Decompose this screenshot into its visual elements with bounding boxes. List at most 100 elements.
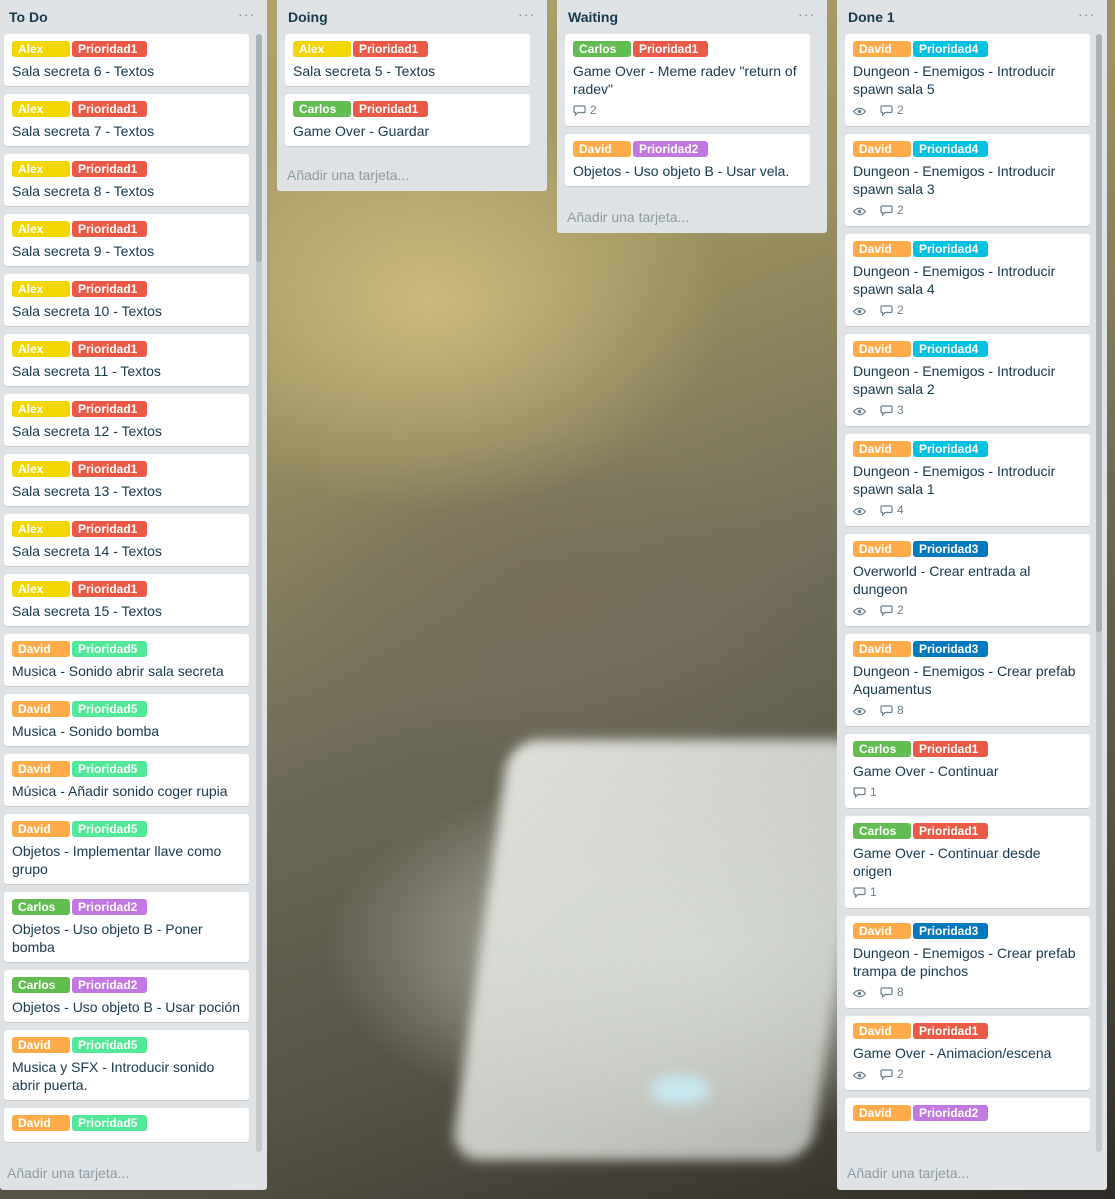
comment-count: 2 bbox=[897, 1066, 904, 1081]
card[interactable]: David Prioridad4 Dungeon - Enemigos - Intr… bbox=[845, 334, 1090, 426]
card-title: Dungeon - Enemigos - Introducir spawn sa… bbox=[853, 463, 1056, 497]
card-title: Música - Añadir sonido coger rupia bbox=[12, 783, 228, 799]
card[interactable]: Alex Prioridad1 Sala secreta 14 - Textos bbox=[4, 514, 249, 566]
card[interactable]: David Prioridad4 Dungeon - Enemigos - Intr… bbox=[845, 34, 1090, 126]
card[interactable]: David Prioridad3 Dungeon - Enemigos - Crea… bbox=[845, 916, 1090, 1008]
ellipsis-icon[interactable]: ··· bbox=[1078, 6, 1095, 22]
list-title[interactable]: Done 1 bbox=[848, 9, 895, 25]
scrollbar-thumb[interactable] bbox=[256, 34, 262, 262]
card[interactable]: Alex Prioridad1 Sala secreta 7 - Textos bbox=[4, 94, 249, 146]
card[interactable]: David Prioridad3 Overworld - Crear entrada… bbox=[845, 534, 1090, 626]
card[interactable]: David Prioridad5 Objetos - Implementar lla… bbox=[4, 814, 249, 884]
card[interactable]: Alex Prioridad1 Sala secreta 5 - Textos bbox=[285, 34, 530, 86]
card[interactable]: David Prioridad2 Objetos - Uso objeto B - … bbox=[565, 134, 810, 186]
comment-count-badge: 2 bbox=[880, 603, 904, 617]
card-title: Dungeon - Enemigos - Introducir spawn sa… bbox=[853, 63, 1056, 97]
card[interactable]: Alex Prioridad1 Sala secreta 10 - Textos bbox=[4, 274, 249, 326]
card-title: Sala secreta 14 - Textos bbox=[12, 543, 162, 559]
scrollbar-thumb[interactable] bbox=[1096, 34, 1102, 632]
priority-label: Prioridad1 bbox=[72, 221, 147, 237]
add-card-button[interactable]: Añadir una tarjeta... bbox=[847, 1165, 969, 1181]
card[interactable]: David Prioridad5 Musica - Sonido abrir sal… bbox=[4, 634, 249, 686]
member-label: David bbox=[853, 641, 911, 657]
member-label: Alex bbox=[12, 221, 70, 237]
ellipsis-icon[interactable]: ··· bbox=[238, 6, 255, 22]
priority-label: Prioridad4 bbox=[913, 41, 988, 57]
card-title: Sala secreta 10 - Textos bbox=[12, 303, 162, 319]
card[interactable]: Alex Prioridad1 Sala secreta 12 - Textos bbox=[4, 394, 249, 446]
card[interactable]: Alex Prioridad1 Sala secreta 13 - Textos bbox=[4, 454, 249, 506]
card[interactable]: Carlos Prioridad2 Objetos - Uso objeto B -… bbox=[4, 892, 249, 962]
priority-label: Prioridad5 bbox=[72, 641, 147, 657]
member-label: Alex bbox=[12, 281, 70, 297]
comment-icon bbox=[880, 103, 897, 117]
card[interactable]: David Prioridad4 Dungeon - Enemigos - Intr… bbox=[845, 234, 1090, 326]
card-labels: David Prioridad3 bbox=[853, 541, 1082, 557]
card[interactable]: Carlos Prioridad1 Game Over - Meme radev "… bbox=[565, 34, 810, 126]
card-title: Sala secreta 9 - Textos bbox=[12, 243, 155, 259]
card[interactable]: David Prioridad2 bbox=[845, 1098, 1090, 1132]
priority-label: Prioridad1 bbox=[913, 1023, 988, 1039]
priority-label: Prioridad1 bbox=[72, 41, 147, 57]
comment-count-badge: 2 bbox=[880, 103, 904, 117]
card[interactable]: Alex Prioridad1 Sala secreta 9 - Textos bbox=[4, 214, 249, 266]
list-title[interactable]: Waiting bbox=[568, 9, 618, 25]
card[interactable]: David Prioridad5 Musica - Sonido bomba bbox=[4, 694, 249, 746]
card-title: Sala secreta 12 - Textos bbox=[12, 423, 162, 439]
card[interactable]: David Prioridad3 Dungeon - Enemigos - Crea… bbox=[845, 634, 1090, 726]
card[interactable]: Carlos Prioridad1 Game Over - Continuar de… bbox=[845, 816, 1090, 908]
card-title: Musica y SFX - Introducir sonido abrir p… bbox=[12, 1059, 215, 1093]
card-badges: 4 bbox=[852, 502, 1082, 520]
card[interactable]: David Prioridad1 Game Over - Animacion/esc… bbox=[845, 1016, 1090, 1090]
card[interactable]: Carlos Prioridad2 Objetos - Uso objeto B -… bbox=[4, 970, 249, 1022]
member-label: Alex bbox=[12, 341, 70, 357]
member-label: David bbox=[853, 923, 911, 939]
card-title: Dungeon - Enemigos - Introducir spawn sa… bbox=[853, 263, 1056, 297]
card-title: Objetos - Uso objeto B - Poner bomba bbox=[12, 921, 203, 955]
ellipsis-icon[interactable]: ··· bbox=[518, 6, 535, 22]
card-title: Game Over - Meme radev "return of radev" bbox=[573, 63, 797, 97]
card-labels: Carlos Prioridad1 bbox=[573, 41, 802, 57]
card[interactable]: David Prioridad5 Musica y SFX - Introducir… bbox=[4, 1030, 249, 1100]
priority-label: Prioridad1 bbox=[913, 741, 988, 757]
card[interactable]: Carlos Prioridad1 Game Over - Continuar 1 bbox=[845, 734, 1090, 808]
list-title[interactable]: Doing bbox=[288, 9, 328, 25]
card[interactable]: David Prioridad4 Dungeon - Enemigos - Intr… bbox=[845, 434, 1090, 526]
card[interactable]: Alex Prioridad1 Sala secreta 11 - Textos bbox=[4, 334, 249, 386]
member-label: Carlos bbox=[853, 741, 911, 757]
eye-icon bbox=[852, 303, 870, 317]
eye-icon bbox=[852, 103, 870, 117]
card[interactable]: David Prioridad4 Dungeon - Enemigos - Intr… bbox=[845, 134, 1090, 226]
card[interactable]: David Prioridad5 bbox=[4, 1108, 249, 1142]
card[interactable]: Alex Prioridad1 Sala secreta 15 - Textos bbox=[4, 574, 249, 626]
card[interactable]: Alex Prioridad1 Sala secreta 8 - Textos bbox=[4, 154, 249, 206]
add-card-button[interactable]: Añadir una tarjeta... bbox=[567, 209, 689, 225]
priority-label: Prioridad1 bbox=[913, 823, 988, 839]
member-label: David bbox=[12, 1115, 70, 1131]
member-label: David bbox=[853, 241, 911, 257]
member-label: David bbox=[12, 701, 70, 717]
list-title[interactable]: To Do bbox=[9, 9, 48, 25]
ellipsis-icon[interactable]: ··· bbox=[798, 6, 815, 22]
member-label: David bbox=[573, 141, 631, 157]
priority-label: Prioridad1 bbox=[72, 101, 147, 117]
card[interactable]: David Prioridad5 Música - Añadir sonido co… bbox=[4, 754, 249, 806]
list-header: Doing ··· bbox=[277, 0, 547, 34]
card-labels: David Prioridad4 bbox=[853, 141, 1082, 157]
priority-label: Prioridad5 bbox=[72, 1115, 147, 1131]
card[interactable]: Carlos Prioridad1 Game Over - Guardar bbox=[285, 94, 530, 146]
card-title: Sala secreta 13 - Textos bbox=[12, 483, 162, 499]
add-card-button[interactable]: Añadir una tarjeta... bbox=[7, 1165, 129, 1181]
member-label: David bbox=[853, 141, 911, 157]
member-label: David bbox=[853, 541, 911, 557]
add-card-button[interactable]: Añadir una tarjeta... bbox=[287, 167, 409, 183]
member-label: David bbox=[853, 441, 911, 457]
card[interactable]: Alex Prioridad1 Sala secreta 6 - Textos bbox=[4, 34, 249, 86]
comment-count-badge: 1 bbox=[853, 785, 877, 799]
comment-count: 2 bbox=[590, 102, 597, 117]
priority-label: Prioridad5 bbox=[72, 701, 147, 717]
card-badges: 2 bbox=[852, 302, 1082, 320]
comment-icon bbox=[573, 103, 590, 117]
card-badges: 3 bbox=[852, 402, 1082, 420]
card-labels: Alex Prioridad1 bbox=[12, 341, 241, 357]
